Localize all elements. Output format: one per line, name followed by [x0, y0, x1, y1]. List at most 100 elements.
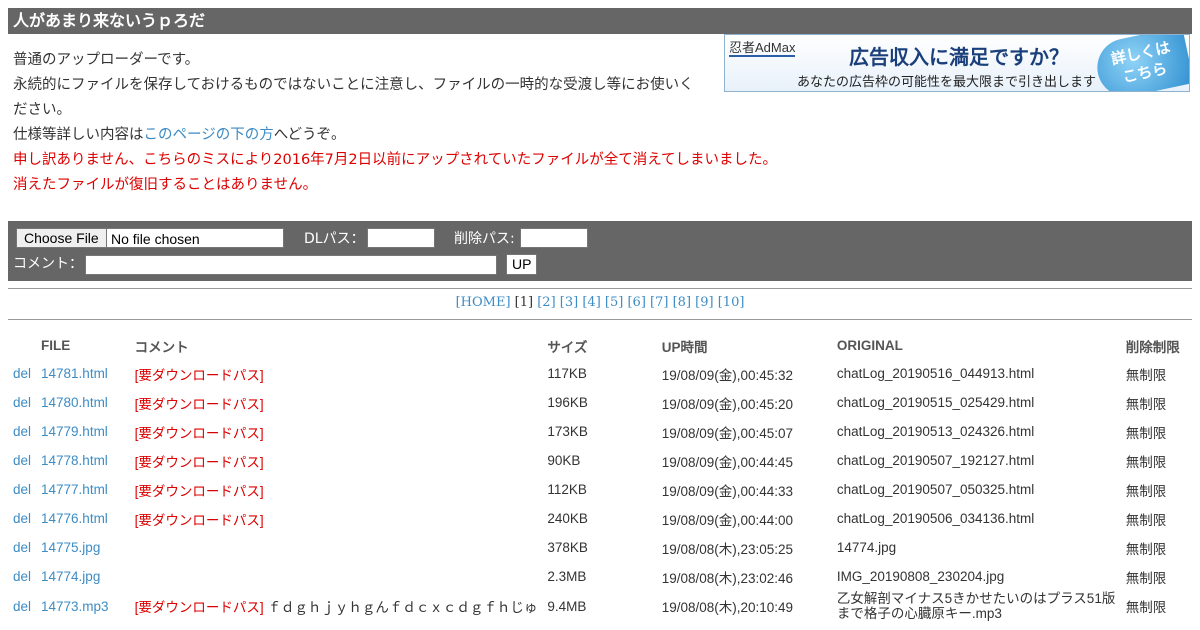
ad-logo: 忍者AdMax: [729, 40, 796, 57]
delete-link[interactable]: del: [8, 388, 36, 417]
delete-limit-cell: 無制限: [1125, 396, 1167, 412]
pager-link[interactable]: [10]: [718, 295, 745, 310]
size-cell: 173KB: [547, 424, 588, 439]
original-name-cell: chatLog_20190515_025429.html: [836, 395, 1035, 410]
pager-link[interactable]: [3]: [560, 295, 578, 310]
original-name-cell: chatLog_20190507_050325.html: [836, 482, 1035, 497]
choose-file-button[interactable]: Choose File: [17, 229, 107, 247]
download-pass-tag: [要ダウンロードパス]: [134, 600, 264, 615]
uptime-cell: 19/08/09(金),00:44:33: [661, 483, 794, 499]
size-cell: 9.4MB: [547, 598, 587, 614]
delete-pass-label: 削除パス:: [454, 231, 515, 247]
size-cell: 112KB: [547, 482, 587, 497]
uptime-cell: 19/08/08(木),23:05:25: [661, 541, 794, 557]
uptime-cell: 19/08/09(金),00:45:20: [661, 396, 794, 412]
pager-link[interactable]: [8]: [673, 295, 691, 310]
delete-link[interactable]: del: [8, 562, 36, 591]
intro-text-prefix: 仕様等詳しい内容は: [13, 127, 144, 143]
table-row: del 14779.html [要ダウンロードパス] 173KB 19/08/09(金)…: [8, 417, 1200, 446]
pager-link[interactable]: [6]: [627, 295, 645, 310]
file-link[interactable]: 14780.html: [36, 388, 130, 417]
pager-link[interactable]: [7]: [650, 295, 668, 310]
intro-line: 普通のアップローダーです。: [13, 52, 200, 68]
size-cell: 117KB: [547, 366, 587, 381]
uptime-cell: 19/08/09(金),00:45:32: [661, 367, 794, 383]
download-pass-tag: [要ダウンロードパス]: [134, 396, 264, 412]
uptime-cell: 19/08/09(金),00:45:07: [661, 425, 794, 441]
file-link[interactable]: 14781.html: [36, 359, 130, 388]
delete-link[interactable]: del: [8, 504, 36, 533]
file-link[interactable]: 14776.html: [36, 504, 130, 533]
file-input[interactable]: Choose File No file chosen: [16, 228, 284, 248]
file-link[interactable]: 14779.html: [36, 417, 130, 446]
comment-cell: [要ダウンロードパス] ｆｄｇｈｊｙｈｇんｆｄｃｘｃｄｇｆｈじゅ: [130, 591, 543, 621]
comment-cell: [要ダウンロードパス]: [130, 417, 543, 446]
delete-link[interactable]: del: [8, 446, 36, 475]
uptime-cell: 19/08/08(木),23:02:46: [661, 570, 794, 586]
original-name-cell: chatLog_20190513_024326.html: [836, 424, 1035, 439]
uptime-cell: 19/08/09(金),00:44:45: [661, 454, 794, 470]
comment-cell: [130, 533, 543, 562]
pager-home-link[interactable]: [HOME]: [456, 295, 511, 310]
comment-cell: [要ダウンロードパス]: [130, 504, 543, 533]
file-link[interactable]: 14777.html: [36, 475, 130, 504]
file-link[interactable]: 14778.html: [36, 446, 130, 475]
intro-line: 仕様等詳しい内容はこのページの下の方へどうぞ。: [13, 123, 723, 148]
size-cell: 240KB: [547, 511, 588, 526]
spec-link[interactable]: このページの下の方: [144, 127, 274, 143]
file-link[interactable]: 14775.jpg: [36, 533, 130, 562]
delete-limit-cell: 無制限: [1125, 600, 1167, 615]
delete-pass-input[interactable]: [520, 228, 588, 248]
upload-form: Choose File No file chosen DLパス： 削除パス: コ…: [8, 221, 1192, 281]
original-name-cell: chatLog_20190516_044913.html: [836, 366, 1035, 381]
delete-limit-cell: 無制限: [1125, 367, 1167, 383]
column-header-del: [8, 332, 36, 359]
comment-cell: [要ダウンロードパス]: [130, 388, 543, 417]
divider: [8, 288, 1192, 289]
comment-label: コメント：: [13, 256, 83, 272]
divider: [8, 319, 1192, 320]
file-link[interactable]: 14774.jpg: [36, 562, 130, 591]
column-header-original: ORIGINAL: [836, 338, 903, 353]
file-table: FILE コメント サイズ UP時間 ORIGINAL 削除制限 del 1478…: [8, 332, 1200, 621]
table-row: del 14776.html [要ダウンロードパス] 240KB 19/08/09(金)…: [8, 504, 1200, 533]
delete-limit-cell: 無制限: [1125, 570, 1167, 586]
ad-headline: 広告収入に満足ですか？: [849, 45, 1069, 69]
notice-line: 申し訳ありません、こちらのミスにより2016年7月2日以前にアップされていたファ…: [13, 152, 777, 168]
page-title: 人があまり来ないうｐろだ: [8, 8, 1192, 34]
pager-link[interactable]: [2]: [537, 295, 555, 310]
file-status: No file chosen: [111, 231, 200, 247]
table-row: del 14781.html [要ダウンロードパス] 117KB 19/08/09(金)…: [8, 359, 1200, 388]
dl-pass-input[interactable]: [367, 228, 435, 248]
pager-link[interactable]: [4]: [582, 295, 600, 310]
delete-link[interactable]: del: [8, 533, 36, 562]
comment-text: ｆｄｇｈｊｙｈｇんｆｄｃｘｃｄｇｆｈじゅ: [263, 600, 538, 615]
original-name-cell: chatLog_20190507_192127.html: [836, 453, 1035, 468]
pager-link[interactable]: [5]: [605, 295, 623, 310]
column-header-delete-limit: 削除制限: [1125, 339, 1180, 355]
table-row: del 14778.html [要ダウンロードパス] 90KB 19/08/09(金),…: [8, 446, 1200, 475]
table-row: del 14773.mp3 [要ダウンロードパス] ｆｄｇｈｊｙｈｇんｆｄｃｘｃｄｇ…: [8, 591, 1200, 621]
file-link[interactable]: 14773.mp3: [36, 591, 130, 621]
delete-link[interactable]: del: [8, 359, 36, 388]
original-name-cell: chatLog_20190506_034136.html: [836, 511, 1035, 526]
table-row: del 14780.html [要ダウンロードパス] 196KB 19/08/09(金)…: [8, 388, 1200, 417]
uptime-cell: 19/08/08(木),20:10:49: [661, 600, 794, 615]
intro-line: 永続的にファイルを保存しておけるものではないことに注意し、ファイルの一時的な受渡…: [13, 77, 694, 93]
ad-cta-button[interactable]: 詳しくは こちら: [1091, 35, 1189, 91]
delete-link[interactable]: del: [8, 475, 36, 504]
comment-input[interactable]: [85, 255, 497, 275]
comment-cell: [要ダウンロードパス]: [130, 446, 543, 475]
delete-limit-cell: 無制限: [1125, 512, 1167, 528]
pager-link[interactable]: [9]: [695, 295, 713, 310]
ad-banner[interactable]: 忍者AdMax 広告収入に満足ですか？ あなたの広告枠の可能性を最大限まで引き出…: [724, 34, 1190, 92]
delete-link[interactable]: del: [8, 591, 36, 621]
download-pass-tag: [要ダウンロードパス]: [134, 425, 264, 441]
table-row: del 14774.jpg 2.3MB 19/08/08(木),23:02:46 IMG…: [8, 562, 1200, 591]
intro-text-suffix: へどうぞ。: [273, 127, 346, 143]
delete-link[interactable]: del: [8, 417, 36, 446]
upload-button[interactable]: UP: [506, 254, 538, 275]
size-cell: 2.3MB: [547, 569, 587, 584]
download-pass-tag: [要ダウンロードパス]: [134, 483, 264, 499]
pager-current-page: [1]: [514, 295, 534, 310]
